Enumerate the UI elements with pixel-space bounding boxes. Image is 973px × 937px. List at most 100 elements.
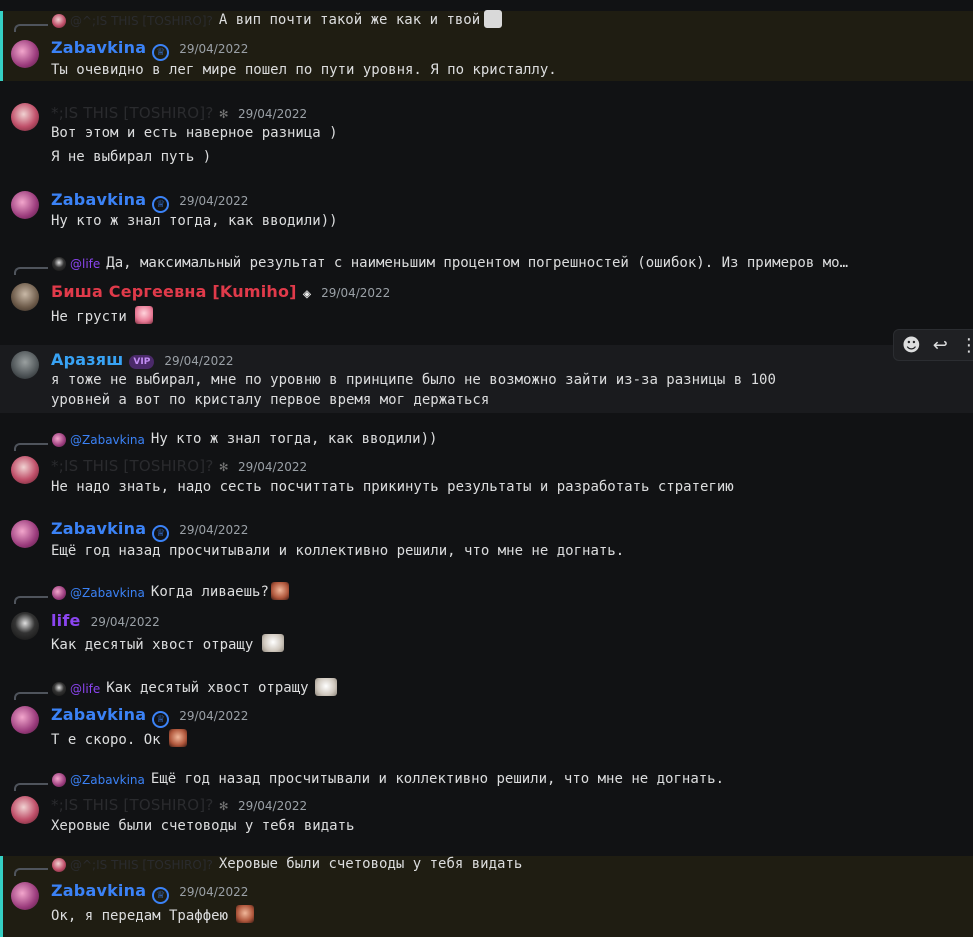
timestamp: 29/04/2022 <box>179 885 249 899</box>
author-name[interactable]: Биша Сергеевна [Kumiho] <box>51 282 297 301</box>
avatar[interactable] <box>11 882 39 910</box>
reply-author[interactable]: @life <box>70 682 100 696</box>
author-name[interactable]: *;IS THIS [TOSHIRO]? <box>51 457 214 475</box>
message-header: Аразяш VIP 29/04/2022 <box>51 350 234 370</box>
author-name[interactable]: life <box>51 611 81 630</box>
timestamp: 29/04/2022 <box>321 286 391 300</box>
author-name[interactable]: *;IS THIS [TOSHIRO]? <box>51 796 214 814</box>
avatar[interactable] <box>11 40 39 68</box>
reply-connector <box>14 596 48 604</box>
message-action-toolbar: ☻ ↩ ⋮ <box>893 329 973 361</box>
avatar[interactable] <box>11 796 39 824</box>
avatar[interactable] <box>11 103 39 131</box>
message-text: Ок, я передам Траффею <box>51 905 255 926</box>
message-header: Биша Сергеевна [Kumiho] ◈ 29/04/2022 <box>51 282 391 302</box>
avatar[interactable] <box>11 351 39 379</box>
reply-preview[interactable]: @Zabavkina Ещё год назад просчитывали и … <box>14 771 725 791</box>
message-text-content: Т е скоро. Ок <box>51 732 161 748</box>
hypesquad-badge-icon: ♕ <box>152 711 170 728</box>
more-icon[interactable]: ⋮ <box>960 335 973 356</box>
avatar <box>52 257 66 271</box>
reply-author[interactable]: @^;IS THIS [TOSHIRO]? <box>70 858 213 872</box>
message-text: уровней а вот по кристалу первое время м… <box>51 392 490 408</box>
reply-preview[interactable]: @life Да, максимальный результат с наиме… <box>14 255 849 275</box>
reply-text: Когда ливаешь? <box>150 584 269 600</box>
author-name[interactable]: Zabavkina <box>51 38 146 57</box>
timestamp: 29/04/2022 <box>179 194 249 208</box>
vip-badge: VIP <box>129 355 155 369</box>
reply-connector <box>14 443 48 451</box>
author-name[interactable]: Zabavkina <box>51 190 146 209</box>
reply-connector <box>14 692 48 700</box>
timestamp: 29/04/2022 <box>90 615 160 629</box>
message-text-content: Как десятый хвост отращу <box>51 637 254 653</box>
avatar[interactable] <box>11 191 39 219</box>
message-header: Zabavkina ♕ 29/04/2022 <box>51 38 248 61</box>
reply-preview[interactable]: @Zabavkina Когда ливаешь? <box>14 582 289 604</box>
reply-text: Херовые были счетоводы у тебя видать <box>218 856 523 872</box>
avatar <box>52 433 66 447</box>
message-text: Т е скоро. Ок <box>51 729 188 750</box>
avatar <box>52 858 66 872</box>
author-name[interactable]: Аразяш <box>51 350 123 369</box>
avatar <box>52 682 66 696</box>
message-text: Вот этом и есть наверное разница ) <box>51 125 338 141</box>
snowflake-icon: ✻ <box>219 106 228 122</box>
timestamp: 29/04/2022 <box>237 799 308 813</box>
avatar[interactable] <box>11 283 39 311</box>
avatar[interactable] <box>11 612 39 640</box>
reply-text: Ещё год назад просчитывали и коллективно… <box>150 771 725 787</box>
avatar <box>52 773 66 787</box>
reply-preview[interactable]: @Zabavkina Ну кто ж знал тогда, как ввод… <box>14 431 438 451</box>
add-reaction-icon[interactable]: ☻ <box>902 335 921 356</box>
message-text: Херовые были счетоводы у тебя видать <box>51 818 355 834</box>
reply-text: А вип почти такой же как и твой <box>218 12 481 28</box>
timestamp: 29/04/2022 <box>237 460 308 474</box>
reply-author[interactable]: @Zabavkina <box>70 773 145 787</box>
message-header: *;IS THIS [TOSHIRO]? ✻ 29/04/2022 <box>51 796 307 814</box>
reply-author[interactable]: @Zabavkina <box>70 433 145 447</box>
cat-emoji-icon <box>314 678 337 696</box>
reply-author[interactable]: @^;IS THIS [TOSHIRO]? <box>70 14 213 28</box>
image-icon <box>484 10 503 28</box>
reply-preview[interactable]: @^;IS THIS [TOSHIRO]? Херовые были счето… <box>14 856 523 876</box>
reply-connector <box>14 24 48 32</box>
message-text: Ещё год назад просчитывали и коллективно… <box>51 543 625 559</box>
author-name[interactable]: Zabavkina <box>51 881 146 900</box>
avatar[interactable] <box>11 706 39 734</box>
reply-text: Ну кто ж знал тогда, как вводили)) <box>150 431 438 447</box>
avatar[interactable] <box>11 456 39 484</box>
diamond-icon: ◈ <box>302 286 312 302</box>
reply-author[interactable]: @life <box>70 257 100 271</box>
reply-connector <box>14 783 48 791</box>
hypesquad-badge-icon: ♕ <box>152 525 170 542</box>
face-emoji-icon <box>270 582 289 600</box>
cat-emoji-icon <box>261 634 284 652</box>
reply-preview[interactable]: @life Как десятый хвост отращу <box>14 678 337 700</box>
avatar[interactable] <box>11 520 39 548</box>
reply-author[interactable]: @Zabavkina <box>70 586 145 600</box>
timestamp: 29/04/2022 <box>179 709 249 723</box>
reply-connector <box>14 868 48 876</box>
reply-icon[interactable]: ↩ <box>933 335 948 356</box>
author-name[interactable]: *;IS THIS [TOSHIRO]? <box>51 104 214 122</box>
message-text: Как десятый хвост отращу <box>51 634 284 655</box>
message-header: life 29/04/2022 <box>51 611 160 630</box>
message-header: Zabavkina ♕ 29/04/2022 <box>51 519 249 542</box>
message-header: Zabavkina ♕ 29/04/2022 <box>51 705 249 728</box>
message-text-content: Ок, я передам Траффею <box>51 908 229 924</box>
message-text-content: Не грусти <box>51 309 127 325</box>
snowflake-icon: ✻ <box>219 459 228 475</box>
anime-girl-emoji-icon <box>135 306 154 324</box>
author-name[interactable]: Zabavkina <box>51 705 146 724</box>
timestamp: 29/04/2022 <box>237 107 308 121</box>
message-header: Zabavkina ♕ 29/04/2022 <box>51 190 249 213</box>
message-text: Я не выбирал путь ) <box>51 149 212 165</box>
reply-preview[interactable]: @^;IS THIS [TOSHIRO]? А вип почти такой … <box>14 10 503 32</box>
timestamp: 29/04/2022 <box>179 523 249 537</box>
author-name[interactable]: Zabavkina <box>51 519 146 538</box>
reply-text: Да, максимальный результат с наименьшим … <box>106 255 849 271</box>
reply-connector <box>14 267 48 275</box>
message-header: *;IS THIS [TOSHIRO]? ✻ 29/04/2022 <box>51 104 307 122</box>
message-text: Не грусти <box>51 306 154 327</box>
